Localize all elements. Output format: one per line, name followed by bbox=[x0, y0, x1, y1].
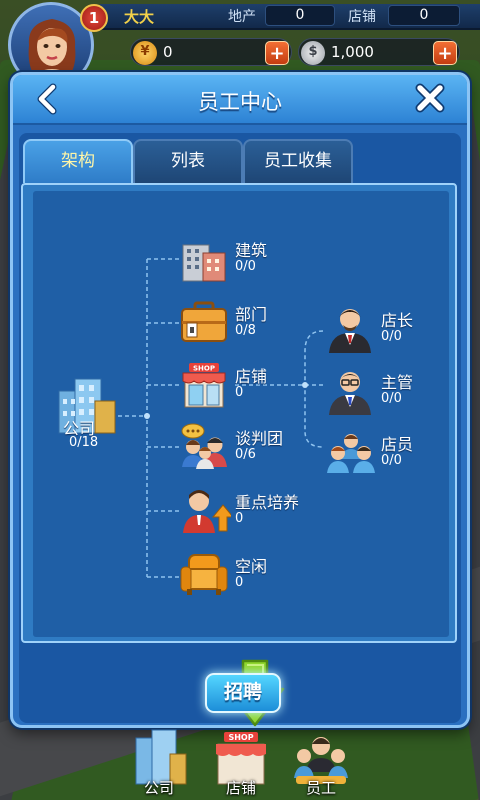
dept-negotiation-team-label: 谈判团 bbox=[235, 429, 284, 448]
add-cash-button[interactable]: + bbox=[433, 41, 457, 65]
dept-shop[interactable]: SHOP 店铺 0 bbox=[179, 361, 289, 411]
dock-company-button[interactable]: 公司 bbox=[124, 728, 194, 800]
level-badge: 1 bbox=[80, 4, 108, 32]
staff-center-dialog: 员工中心 架构 列表 员工收集 公司 0/18 建筑 0/0 部门 0/8 SH… bbox=[10, 72, 470, 728]
cash-bar: $ 1,000 + bbox=[298, 38, 460, 66]
role-shop-manager-label: 店长 bbox=[381, 311, 414, 330]
property-value: 0 bbox=[265, 5, 335, 26]
clerk-icon bbox=[327, 434, 375, 473]
role-supervisor-count: 0/0 bbox=[381, 391, 402, 406]
gold-bar: ¥ 0 + bbox=[130, 38, 292, 66]
tab-staff-collection[interactable]: 员工收集 bbox=[243, 139, 353, 183]
recruit-button[interactable]: 招聘 bbox=[205, 673, 281, 713]
supervisor-icon bbox=[329, 372, 371, 415]
negotiation-team-icon bbox=[181, 423, 227, 469]
add-gold-button[interactable]: + bbox=[265, 41, 289, 65]
dialog-body: 架构 列表 员工收集 公司 0/18 建筑 0/0 部门 0/8 SHOP 店铺… bbox=[19, 133, 461, 727]
org-chart: 公司 0/18 建筑 0/0 部门 0/8 SHOP 店铺 0 谈判团 0/6 … bbox=[33, 191, 449, 637]
top-hud: 1 大大 地产 0 店铺 0 ¥ 0 + $ 1,000 + bbox=[0, 0, 480, 88]
shop-manager-icon bbox=[329, 309, 371, 353]
role-shop-manager[interactable]: 店长 0/0 bbox=[325, 305, 445, 355]
dept-building-label: 建筑 bbox=[235, 241, 268, 260]
tab-list[interactable]: 列表 bbox=[133, 139, 243, 183]
tab-structure[interactable]: 架构 bbox=[23, 139, 133, 183]
dept-shop-label: 店铺 bbox=[235, 367, 268, 386]
silver-coin-icon: $ bbox=[301, 41, 325, 65]
bottom-dock: 公司 SHOP 店铺 员工 bbox=[0, 728, 480, 800]
close-button[interactable] bbox=[413, 81, 447, 115]
dept-negotiation-team[interactable]: 谈判团 0/6 bbox=[179, 423, 289, 473]
gold-coin-icon: ¥ bbox=[133, 41, 157, 65]
role-clerk[interactable]: 店员 0/0 bbox=[325, 429, 445, 479]
dock-staff-button[interactable]: 员工 bbox=[286, 728, 356, 800]
dock-staff-label: 员工 bbox=[305, 779, 336, 797]
dept-building-count: 0/0 bbox=[235, 259, 256, 274]
company-node[interactable]: 公司 0/18 bbox=[53, 373, 123, 453]
dept-idle-label: 空闲 bbox=[235, 557, 268, 576]
role-supervisor[interactable]: 主管 0/0 bbox=[325, 367, 445, 417]
dept-idle-count: 0 bbox=[235, 575, 244, 590]
dept-key-training-count: 0 bbox=[235, 511, 244, 526]
dept-department-label: 部门 bbox=[235, 305, 268, 324]
dock-shop-sign-text: SHOP bbox=[228, 733, 253, 742]
dialog-title: 员工中心 bbox=[198, 90, 282, 114]
dept-key-training[interactable]: 重点培养 0 bbox=[179, 487, 309, 537]
dept-department-count: 0/8 bbox=[235, 323, 256, 338]
role-clerk-label: 店员 bbox=[381, 435, 414, 454]
briefcase-icon bbox=[181, 301, 227, 342]
shops-label: 店铺 bbox=[348, 9, 376, 25]
dept-building[interactable]: 建筑 0/0 bbox=[179, 235, 289, 285]
shop-sign-text: SHOP bbox=[193, 365, 215, 373]
role-shop-manager-count: 0/0 bbox=[381, 329, 402, 344]
player-name: 大大 bbox=[124, 8, 155, 26]
dock-shop-label: 店铺 bbox=[225, 779, 256, 797]
armchair-icon bbox=[180, 554, 228, 595]
close-icon bbox=[415, 83, 445, 113]
dialog-header: 员工中心 bbox=[13, 75, 467, 125]
dept-negotiation-team-count: 0/6 bbox=[235, 447, 256, 462]
role-supervisor-label: 主管 bbox=[381, 373, 414, 392]
dept-key-training-label: 重点培养 bbox=[235, 493, 300, 512]
building-icon bbox=[182, 244, 226, 282]
shop-icon: SHOP bbox=[182, 363, 226, 408]
dock-shop-button[interactable]: SHOP 店铺 bbox=[206, 728, 276, 800]
dept-shop-count: 0 bbox=[235, 385, 244, 400]
company-count: 0/18 bbox=[69, 435, 99, 450]
shops-value: 0 bbox=[388, 5, 460, 26]
dept-department[interactable]: 部门 0/8 bbox=[179, 299, 289, 349]
property-label: 地产 bbox=[228, 9, 256, 25]
dept-idle[interactable]: 空闲 0 bbox=[179, 551, 289, 601]
role-clerk-count: 0/0 bbox=[381, 453, 402, 468]
training-icon bbox=[183, 490, 235, 533]
gold-value: 0 bbox=[163, 43, 173, 61]
structure-panel: 公司 0/18 建筑 0/0 部门 0/8 SHOP 店铺 0 谈判团 0/6 … bbox=[21, 183, 457, 643]
dock-company-label: 公司 bbox=[143, 779, 174, 797]
cash-value: 1,000 bbox=[331, 43, 374, 61]
